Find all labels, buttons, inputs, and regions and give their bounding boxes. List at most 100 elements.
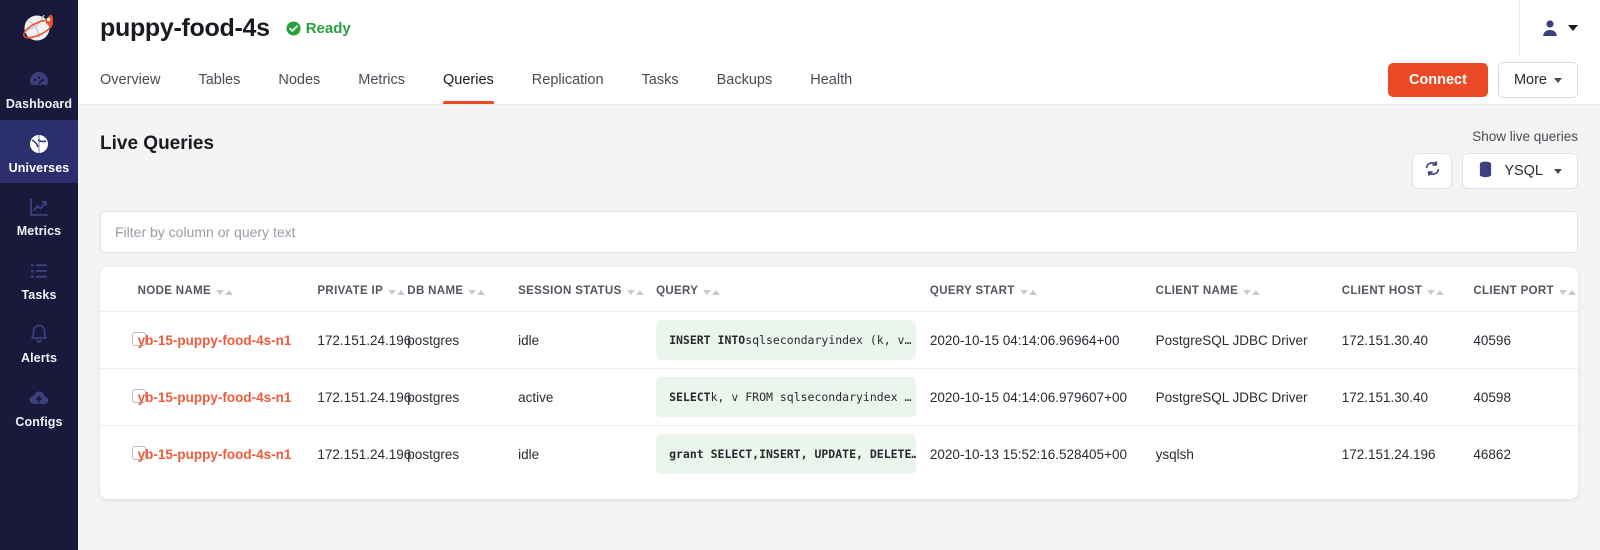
more-button-label: More	[1514, 72, 1547, 88]
table-row[interactable]: yb-15-puppy-food-4s-n1 172.151.24.196 po…	[100, 426, 1578, 483]
tab-label: Tasks	[642, 72, 679, 88]
tab-backups[interactable]: Backups	[698, 56, 792, 104]
sort-icon[interactable]	[703, 290, 720, 295]
column-header-client-host[interactable]: CLIENT HOST	[1342, 267, 1474, 312]
tab-label: Health	[810, 72, 852, 88]
app-logo[interactable]	[0, 0, 78, 56]
sort-icon[interactable]	[1243, 290, 1260, 295]
cell-client-port: 40596	[1473, 312, 1578, 369]
cell-query-start: 2020-10-15 04:14:06.96964+00	[930, 312, 1156, 369]
cell-private-ip: 172.151.24.196	[317, 426, 407, 483]
column-header-session-status[interactable]: SESSION STATUS	[518, 267, 656, 312]
live-queries-table-card: NODE NAME PRIVATE IP DB NAME SESSION STA…	[100, 267, 1578, 499]
cell-node-name: yb-15-puppy-food-4s-n1	[138, 312, 318, 369]
sort-icon[interactable]	[388, 290, 405, 295]
sidebar-item-label: Universes	[9, 162, 70, 175]
globe-icon	[26, 131, 52, 157]
column-header-node-name[interactable]: NODE NAME	[138, 267, 318, 312]
tab-label: Tables	[198, 72, 240, 88]
cell-session-status: idle	[518, 426, 656, 483]
query-pill[interactable]: grant SELECT,INSERT, UPDATE, DELETE…	[656, 434, 916, 474]
query-rest: sqlsecondaryindex (k, v…	[745, 333, 911, 347]
tab-label: Backups	[717, 72, 773, 88]
status-badge: Ready	[286, 20, 351, 37]
query-keyword: grant SELECT,INSERT, UPDATE, DELETE…	[669, 447, 916, 461]
column-header-label: QUERY START	[930, 285, 1015, 297]
filter-row	[100, 211, 1578, 253]
sort-icon[interactable]	[627, 290, 644, 295]
more-button[interactable]: More	[1498, 62, 1578, 98]
yugabyte-rocket-globe-logo	[19, 8, 59, 48]
sidebar-item-universes[interactable]: Universes	[0, 120, 78, 184]
tab-overview[interactable]: Overview	[100, 56, 179, 104]
sort-icon[interactable]	[1559, 290, 1576, 295]
column-header-label: DB NAME	[407, 285, 463, 297]
query-pill[interactable]: SELECT k, v FROM sqlsecondaryindex …	[656, 377, 916, 417]
query-controls: YSQL	[1412, 153, 1578, 189]
node-name-link[interactable]: yb-15-puppy-food-4s-n1	[138, 333, 292, 348]
cell-client-name: PostgreSQL JDBC Driver	[1156, 369, 1342, 426]
sidebar-item-metrics[interactable]: Metrics	[0, 183, 78, 247]
column-header-client-name[interactable]: CLIENT NAME	[1156, 267, 1342, 312]
tab-label: Nodes	[278, 72, 320, 88]
cell-db-name: postgres	[407, 369, 518, 426]
column-header-query-start[interactable]: QUERY START	[930, 267, 1156, 312]
table-row[interactable]: yb-15-puppy-food-4s-n1 172.151.24.196 po…	[100, 312, 1578, 369]
show-live-queries-label: Show live queries	[1472, 129, 1578, 144]
sidebar-item-tasks[interactable]: Tasks	[0, 247, 78, 311]
connect-button[interactable]: Connect	[1388, 63, 1488, 97]
sort-icon[interactable]	[468, 290, 485, 295]
cell-client-host: 172.151.30.40	[1342, 369, 1474, 426]
filter-input[interactable]	[100, 211, 1578, 253]
app-root: Dashboard Universes Metrics Tasks Alerts	[0, 0, 1600, 550]
status-badge-label: Ready	[306, 20, 351, 37]
cell-db-name: postgres	[407, 312, 518, 369]
cell-client-port: 46862	[1473, 426, 1578, 483]
database-icon	[1478, 161, 1493, 182]
sort-icon[interactable]	[1020, 290, 1037, 295]
tab-health[interactable]: Health	[791, 56, 871, 104]
table-header: NODE NAME PRIVATE IP DB NAME SESSION STA…	[100, 267, 1578, 312]
sidebar-item-dashboard[interactable]: Dashboard	[0, 56, 78, 120]
chevron-down-icon	[1554, 169, 1562, 174]
api-selector-button[interactable]: YSQL	[1462, 153, 1578, 189]
select-all-header	[100, 267, 138, 312]
tab-label: Queries	[443, 72, 494, 88]
table-row[interactable]: yb-15-puppy-food-4s-n1 172.151.24.196 po…	[100, 369, 1578, 426]
node-name-link[interactable]: yb-15-puppy-food-4s-n1	[138, 390, 292, 405]
column-header-query[interactable]: QUERY	[656, 267, 930, 312]
main-area: puppy-food-4s Ready	[78, 0, 1600, 550]
cell-client-host: 172.151.30.40	[1342, 312, 1474, 369]
cell-node-name: yb-15-puppy-food-4s-n1	[138, 426, 318, 483]
tab-replication[interactable]: Replication	[513, 56, 623, 104]
sidebar-item-label: Configs	[15, 416, 62, 429]
tab-tables[interactable]: Tables	[179, 56, 259, 104]
section-title: Live Queries	[100, 129, 214, 155]
list-icon	[26, 258, 52, 284]
column-header-private-ip[interactable]: PRIVATE IP	[317, 267, 407, 312]
cell-client-port: 40598	[1473, 369, 1578, 426]
sidebar-item-configs[interactable]: Configs	[0, 374, 78, 438]
sort-icon[interactable]	[216, 290, 233, 295]
tab-tasks[interactable]: Tasks	[623, 56, 698, 104]
query-pill[interactable]: INSERT INTO sqlsecondaryindex (k, v…	[656, 320, 916, 360]
tab-metrics[interactable]: Metrics	[339, 56, 424, 104]
refresh-button[interactable]	[1412, 153, 1452, 189]
user-menu[interactable]	[1520, 18, 1600, 38]
column-header-label: NODE NAME	[138, 285, 211, 297]
column-header-label: CLIENT PORT	[1473, 285, 1554, 297]
query-keyword: INSERT INTO	[669, 333, 745, 347]
content-area: Live Queries Show live queries	[78, 105, 1600, 499]
sidebar-item-alerts[interactable]: Alerts	[0, 310, 78, 374]
column-header-db-name[interactable]: DB NAME	[407, 267, 518, 312]
column-header-label: SESSION STATUS	[518, 285, 622, 297]
column-header-client-port[interactable]: CLIENT PORT	[1473, 267, 1578, 312]
node-name-link[interactable]: yb-15-puppy-food-4s-n1	[138, 447, 292, 462]
sort-icon[interactable]	[1427, 290, 1444, 295]
topbar-title-row: puppy-food-4s Ready	[78, 0, 1600, 56]
tab-queries[interactable]: Queries	[424, 56, 513, 104]
tab-nodes[interactable]: Nodes	[259, 56, 339, 104]
api-selector-label: YSQL	[1504, 163, 1543, 179]
table-body: yb-15-puppy-food-4s-n1 172.151.24.196 po…	[100, 312, 1578, 483]
refresh-icon	[1424, 160, 1441, 182]
